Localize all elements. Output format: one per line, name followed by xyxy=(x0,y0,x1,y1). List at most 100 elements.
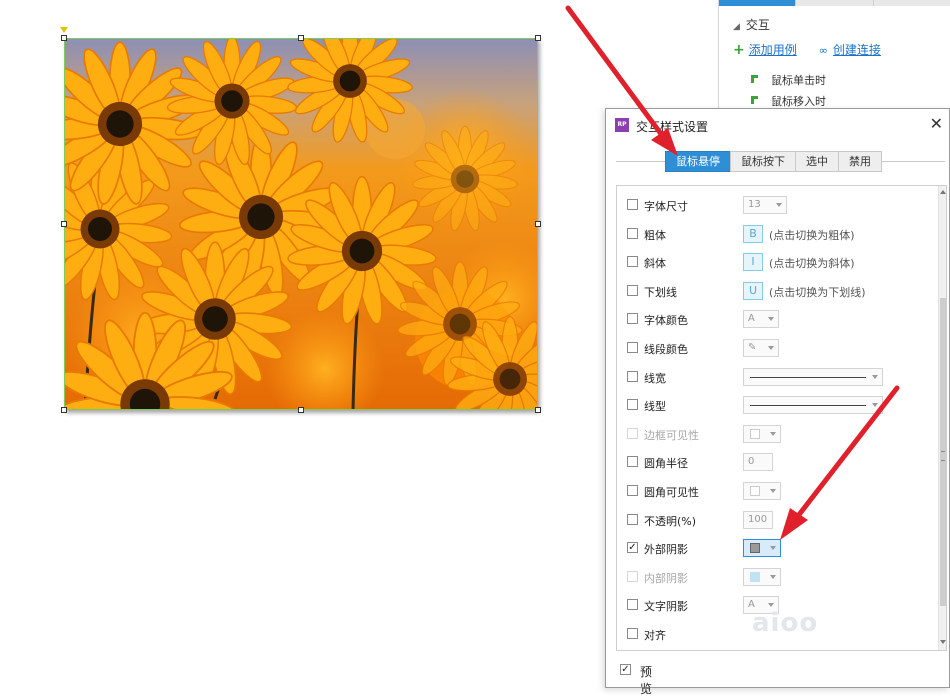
state-tab-2[interactable]: 选中 xyxy=(795,151,839,172)
chevron-down-icon xyxy=(768,346,774,350)
property-row: 内部阴影 xyxy=(617,567,937,589)
inner-shadow-select xyxy=(743,567,781,586)
property-label: 对齐 xyxy=(644,629,666,642)
property-checkbox[interactable] xyxy=(627,284,638,296)
property-row: 不透明(%) 100 xyxy=(617,510,937,532)
flower-image-widget[interactable] xyxy=(64,38,538,410)
property-row: 字体尺寸 13 xyxy=(617,195,937,217)
resize-handle-ml[interactable] xyxy=(61,221,67,227)
interaction-heading[interactable]: ◢ 交互 xyxy=(733,16,770,33)
property-label: 圆角可见性 xyxy=(644,486,699,499)
interaction-panel: ◢ 交互 + 添加用例 ∞ 创建连接 鼠标单击时 鼠标移入时 xyxy=(718,0,950,110)
property-label: 边框可见性 xyxy=(644,428,699,442)
line-style-select[interactable] xyxy=(743,396,883,415)
property-row: 线段颜色 ✎ xyxy=(617,338,937,360)
number-input[interactable]: 0 xyxy=(743,453,773,472)
event-item-click[interactable]: 鼠标单击时 xyxy=(751,72,826,88)
property-label: 下划线 xyxy=(644,285,677,299)
color-picker[interactable]: A xyxy=(743,310,779,329)
style-property-list: 字体尺寸 13 粗体 B (点击切换为粗体) 斜体 I (点击切换为斜体) 下划线 U (点击切换为… xyxy=(616,185,947,651)
property-checkbox[interactable] xyxy=(627,256,638,268)
line-style-select[interactable] xyxy=(743,367,883,386)
color-glyph-icon: ✎ xyxy=(748,342,757,353)
flower-photo xyxy=(65,39,537,409)
close-icon[interactable]: ✕ xyxy=(930,114,943,133)
font-size-select[interactable]: 13 xyxy=(743,196,787,214)
swatch-icon xyxy=(750,428,760,439)
event-label: 鼠标移入时 xyxy=(771,95,826,108)
visibility-select[interactable] xyxy=(743,482,781,500)
property-scrollbar[interactable] xyxy=(938,186,946,650)
property-checkbox[interactable]: ✓ xyxy=(627,542,638,554)
color-picker[interactable]: ✎ xyxy=(743,339,779,357)
number-value: 100 xyxy=(748,513,768,525)
event-item-mouse-enter[interactable]: 鼠标移入时 xyxy=(751,93,826,109)
property-checkbox[interactable] xyxy=(627,370,638,382)
resize-handle-tr[interactable] xyxy=(535,35,541,41)
add-case-link[interactable]: + 添加用例 xyxy=(733,41,797,58)
preview-label: 预览 xyxy=(640,665,653,696)
preview-checkbox[interactable]: ✓ xyxy=(620,664,631,675)
format-hint: (点击切换为粗体) xyxy=(769,228,855,242)
chevron-down-icon xyxy=(768,317,774,322)
property-checkbox[interactable] xyxy=(627,227,638,239)
resize-handle-tm[interactable] xyxy=(298,35,304,41)
property-checkbox[interactable] xyxy=(627,485,638,496)
property-row: 线型 xyxy=(617,395,937,417)
resize-handle-br[interactable] xyxy=(535,407,541,413)
state-tab-0[interactable]: 鼠标悬停 xyxy=(665,151,731,172)
watermark-logo: aioo xyxy=(752,608,819,638)
rp-logo-icon: RP xyxy=(615,118,629,132)
property-label: 不透明(%) xyxy=(644,514,697,528)
chevron-down-icon xyxy=(872,403,878,408)
chevron-down-icon xyxy=(770,431,776,436)
state-tab-row: 鼠标悬停 鼠标按下 选中 禁用 xyxy=(665,151,882,172)
property-checkbox[interactable] xyxy=(627,199,638,210)
property-checkbox xyxy=(627,570,638,582)
format-hint: (点击切换为斜体) xyxy=(769,257,855,271)
panel-tab-style[interactable] xyxy=(796,0,874,6)
format-toggle-button[interactable]: U xyxy=(743,281,763,300)
collapse-triangle-icon: ◢ xyxy=(733,22,740,32)
property-checkbox[interactable] xyxy=(627,342,638,353)
link-icon: ∞ xyxy=(818,44,828,57)
create-link-link[interactable]: ∞ 创建连接 xyxy=(819,41,881,58)
interaction-actions: + 添加用例 ∞ 创建连接 xyxy=(733,41,881,58)
event-label: 鼠标单击时 xyxy=(771,74,826,87)
resize-handle-mr[interactable] xyxy=(535,221,541,227)
state-tab-3[interactable]: 禁用 xyxy=(838,151,882,172)
cursor-icon xyxy=(751,74,761,86)
chevron-down-icon xyxy=(776,203,782,207)
interaction-style-dialog: RP 交互样式设置 ✕ 鼠标悬停 鼠标按下 选中 禁用 字体尺寸 13 粗体 B (点击切换为… xyxy=(605,108,950,696)
property-checkbox[interactable] xyxy=(627,599,638,611)
chevron-down-icon xyxy=(770,546,776,551)
format-toggle-button[interactable]: B xyxy=(743,224,763,243)
property-checkbox[interactable] xyxy=(627,313,638,325)
resize-handle-tl[interactable] xyxy=(61,35,67,41)
property-checkbox[interactable] xyxy=(627,513,638,525)
panel-tab-properties[interactable] xyxy=(719,0,797,6)
swatch-icon xyxy=(750,486,760,496)
property-row: 下划线 U (点击切换为下划线) xyxy=(617,281,937,303)
dialog-title-bar[interactable]: RP 交互样式设置 ✕ xyxy=(606,109,949,141)
widget-anchor-icon[interactable] xyxy=(60,27,68,33)
resize-handle-bm[interactable] xyxy=(298,407,304,413)
number-input[interactable]: 100 xyxy=(743,510,773,529)
swatch-icon xyxy=(750,571,760,582)
add-case-label: 添加用例 xyxy=(748,43,797,57)
outer-shadow-select[interactable] xyxy=(743,539,781,558)
property-checkbox[interactable] xyxy=(627,628,638,639)
property-row: ✓ 外部阴影 xyxy=(617,538,937,560)
resize-handle-bl[interactable] xyxy=(61,407,67,413)
chevron-down-icon xyxy=(872,374,878,379)
property-checkbox[interactable] xyxy=(627,399,638,411)
property-row: 字体颜色 A xyxy=(617,309,937,331)
panel-tab-notes[interactable] xyxy=(873,0,950,6)
state-tab-1[interactable]: 鼠标按下 xyxy=(730,151,796,172)
format-toggle-button[interactable]: I xyxy=(743,253,763,272)
scroll-down-icon[interactable] xyxy=(940,640,946,644)
property-row: 斜体 I (点击切换为斜体) xyxy=(617,252,937,274)
property-label: 斜体 xyxy=(644,257,666,271)
scroll-up-icon[interactable] xyxy=(940,190,946,194)
property-checkbox[interactable] xyxy=(627,456,638,468)
